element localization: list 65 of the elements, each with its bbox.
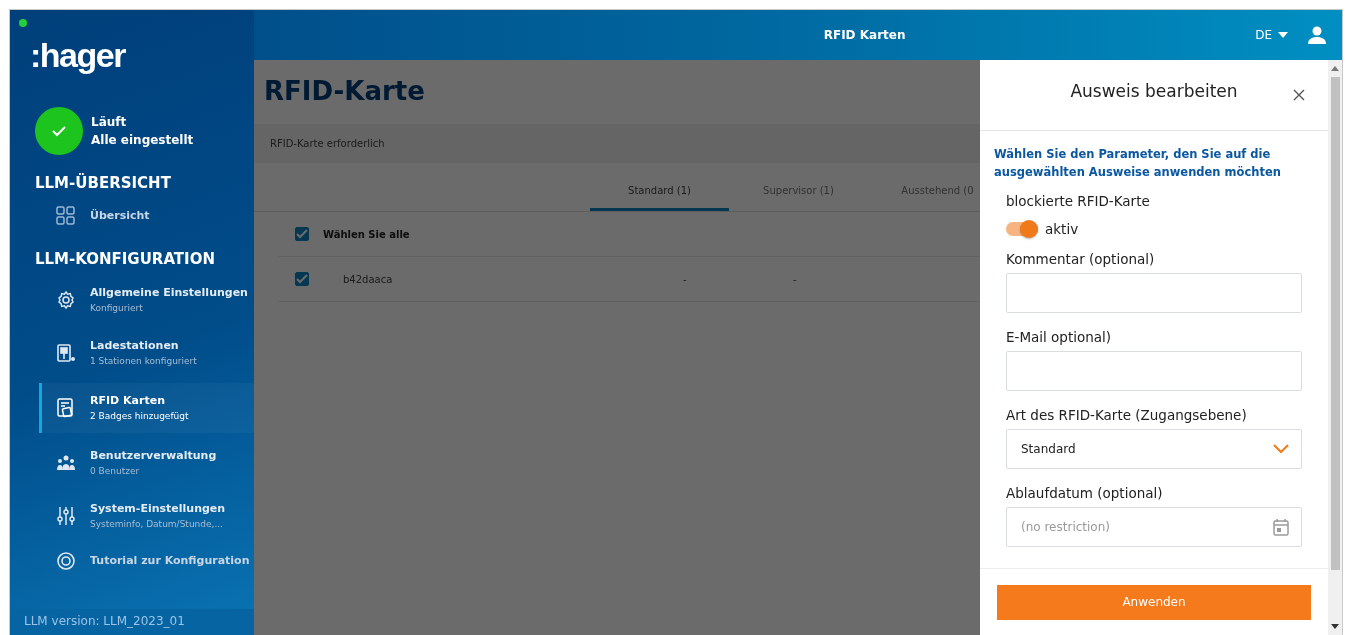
sidebar-item[interactable]: Allgemeine Einstellungen Konfiguriert — [10, 277, 254, 323]
chevron-down-icon — [1273, 444, 1289, 454]
item-label: RFID Karten — [90, 393, 166, 409]
field-label: blockierte RFID-Karte — [1006, 193, 1151, 209]
item-label: Ladestationen — [90, 338, 180, 354]
sidebar-item[interactable]: Benutzerverwaltung 0 Benutzer — [10, 440, 254, 486]
page-heading: RFID-Karte — [263, 76, 425, 106]
field-label: E-Mail optional) — [1006, 329, 1113, 345]
table-cell-text: b42daaca — [342, 273, 394, 285]
item-subtitle: 0 Benutzer — [90, 465, 141, 478]
item-subtitle: Systeminfo, Datum/Stunde,... — [90, 518, 224, 531]
toggle-label: aktiv — [1045, 221, 1079, 237]
caret-icon — [1278, 32, 1288, 38]
grid-icon — [56, 206, 76, 226]
scroll-up-arrow-icon[interactable] — [1331, 66, 1339, 71]
panel-title: Ausweis bearbeiten — [1070, 81, 1238, 101]
section-heading: LLM-KONFIGURATION — [35, 250, 216, 268]
input-field[interactable] — [1006, 273, 1302, 313]
table-cell-text: - — [683, 273, 688, 285]
section-heading: LLM-ÜBERSICHT — [35, 174, 172, 192]
sidebar-item[interactable]: Tutorial zur Konfiguration — [10, 546, 254, 576]
badge-card-icon — [56, 398, 76, 418]
sidebar-item[interactable]: System-Einstellungen Systeminfo, Datum/Stunde,... — [10, 493, 254, 539]
checkbox[interactable] — [295, 272, 309, 286]
charging-station-icon — [56, 343, 76, 363]
field-label: Art des RFID-Karte (Zugangsebene) — [1006, 407, 1248, 423]
field-label: Ablaufdatum (optional) — [1006, 485, 1164, 501]
sidebar-item[interactable]: Ladestationen 1 Stationen konfiguriert — [10, 330, 254, 376]
item-label: Tutorial zur Konfiguration — [90, 553, 250, 569]
language-dropdown[interactable]: DE — [1255, 28, 1288, 42]
item-label: Allgemeine Einstellungen — [90, 285, 248, 301]
date-field[interactable]: (no restriction) — [1006, 507, 1302, 547]
item-label: Benutzerverwaltung — [90, 448, 217, 464]
close-button[interactable] — [1292, 88, 1306, 102]
table-cell: - — [793, 273, 797, 285]
checkbox[interactable] — [295, 227, 309, 241]
status-subtitle: Alle eingestellt — [91, 132, 194, 149]
user-icon — [1308, 26, 1326, 44]
calendar-icon — [1273, 518, 1289, 536]
users-icon — [56, 453, 76, 473]
scrollbar[interactable] — [1328, 60, 1342, 635]
scroll-down-arrow-icon[interactable] — [1331, 624, 1339, 629]
version-label: LLM version: LLM_2023_01 — [10, 609, 254, 635]
apply-button[interactable]: Anwenden — [997, 584, 1311, 620]
item-subtitle: 1 Stationen konfiguriert — [90, 355, 197, 368]
settings-icon — [56, 290, 76, 310]
item-label: Übersicht — [90, 208, 150, 224]
sidebar-item[interactable]: RFID Karten 2 Badges hinzugefügt — [39, 383, 254, 433]
sliders-icon — [56, 506, 76, 526]
dropdown-field[interactable]: Standard — [1006, 429, 1302, 469]
sidebar-item[interactable]: Übersicht — [10, 201, 254, 231]
select-all-label: Wählen Sie alle — [323, 228, 410, 240]
logo: :hager — [30, 35, 127, 75]
item-subtitle: 2 Badges hinzugefügt — [90, 410, 189, 423]
item-label: System-Einstellungen — [90, 501, 226, 517]
status-title: Läuft — [91, 114, 128, 131]
status-check-icon — [35, 107, 83, 155]
input-field[interactable] — [1006, 351, 1302, 391]
help-icon — [56, 551, 76, 571]
status-dot-icon — [19, 19, 27, 27]
tab[interactable]: Standard (1) — [590, 171, 729, 211]
item-subtitle: Konfiguriert — [90, 302, 144, 315]
toggle-switch[interactable] — [1006, 222, 1038, 236]
field-label: Kommentar (optional) — [1006, 251, 1156, 267]
page-title: RFID Karten — [822, 28, 907, 42]
